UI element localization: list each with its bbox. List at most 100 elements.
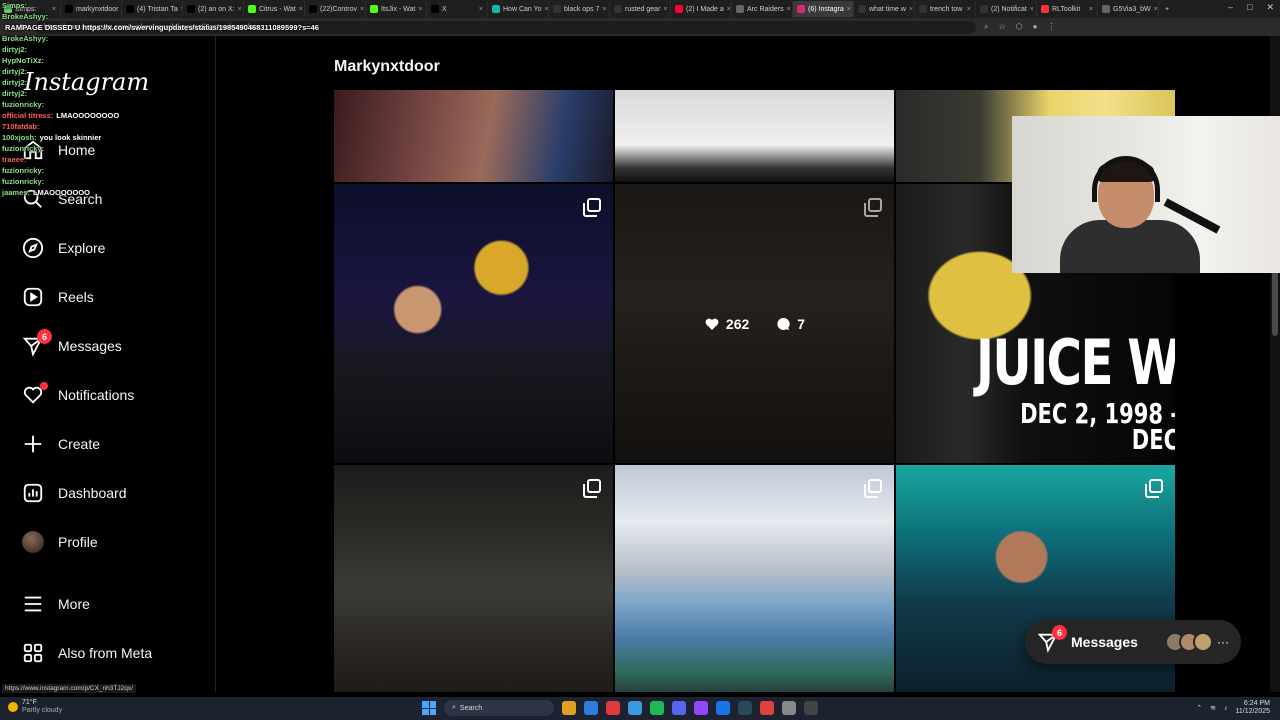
post-tile[interactable] bbox=[334, 90, 613, 182]
browser-tab[interactable]: G5Via3_bW × bbox=[1098, 1, 1159, 17]
tab-favicon-icon bbox=[1102, 5, 1110, 13]
browser-tab[interactable]: trench tow × bbox=[915, 1, 976, 17]
tab-close-icon[interactable]: × bbox=[299, 6, 303, 13]
browser-tab[interactable]: RLToolkit × bbox=[1037, 1, 1098, 17]
volume-icon[interactable]: ♪ bbox=[1224, 705, 1228, 712]
chat-username: fuzionricky: bbox=[2, 177, 45, 186]
post-tile[interactable] bbox=[334, 184, 613, 463]
tab-close-icon[interactable]: × bbox=[545, 6, 548, 13]
system-clock[interactable]: 6:24 PM 11/12/2025 bbox=[1235, 700, 1270, 716]
reels-icon bbox=[22, 286, 44, 308]
post-tile-hovered[interactable]: 262 7 bbox=[615, 184, 894, 463]
chat-message: fuzionricky: bbox=[2, 99, 140, 110]
chevron-up-icon[interactable]: ⌃ bbox=[1196, 704, 1202, 712]
browser-tab[interactable]: what time w × bbox=[854, 1, 915, 17]
nav-dashboard[interactable]: Dashboard bbox=[22, 481, 127, 505]
tab-close-icon[interactable]: × bbox=[602, 6, 606, 13]
scrollbar-thumb[interactable] bbox=[1272, 266, 1278, 336]
windows-start-icon[interactable] bbox=[422, 701, 436, 715]
comments-stat: 7 bbox=[775, 316, 805, 332]
menu-dots-icon[interactable]: ⋮ bbox=[1047, 22, 1055, 32]
settings-icon[interactable] bbox=[782, 701, 796, 715]
browser-tab[interactable]: X × bbox=[427, 1, 488, 17]
nav-explore[interactable]: Explore bbox=[22, 236, 105, 260]
tab-label: Arc Raiders bbox=[747, 5, 784, 13]
tab-close-icon[interactable]: × bbox=[479, 6, 483, 13]
browser-tab[interactable]: (22)Controv × bbox=[305, 1, 366, 17]
app-icon[interactable] bbox=[606, 701, 620, 715]
browser-tab[interactable]: (2) Notificat × bbox=[976, 1, 1037, 17]
likes-stat: 262 bbox=[704, 316, 749, 332]
browser-tab[interactable]: How Can Yo × bbox=[488, 1, 549, 17]
minimize-icon[interactable]: – bbox=[1228, 2, 1233, 13]
nav-more[interactable]: More bbox=[22, 592, 90, 616]
close-window-icon[interactable]: ✕ bbox=[1266, 2, 1274, 13]
browser-tab[interactable]: (6) Instagra × bbox=[793, 1, 854, 17]
edge-icon[interactable] bbox=[584, 701, 598, 715]
chat-message: jaames: LMAOOOOOOO bbox=[2, 187, 140, 198]
post-tile[interactable] bbox=[615, 465, 894, 692]
browser-tab[interactable]: (2) I Made a × bbox=[671, 1, 732, 17]
file-explorer-icon[interactable] bbox=[562, 701, 576, 715]
chat-message: fuzionricky: bbox=[2, 143, 140, 154]
maximize-icon[interactable]: □ bbox=[1247, 2, 1252, 13]
tab-close-icon[interactable]: × bbox=[360, 6, 364, 13]
chat-message: traeee: bbox=[2, 154, 140, 165]
zoom-icon[interactable]: ⌕ bbox=[984, 22, 988, 32]
bookmark-star-icon[interactable]: ☆ bbox=[998, 22, 1005, 32]
nav-also-from-meta[interactable]: Also from Meta bbox=[22, 641, 152, 665]
outlook-icon[interactable] bbox=[716, 701, 730, 715]
app-icon[interactable] bbox=[628, 701, 642, 715]
tab-label: (22)Controv bbox=[320, 5, 357, 13]
twitch-icon[interactable] bbox=[694, 701, 708, 715]
window-controls: – □ ✕ bbox=[1228, 2, 1274, 13]
tab-close-icon[interactable]: × bbox=[967, 6, 971, 13]
browser-tab[interactable]: Citrus - Wat × bbox=[244, 1, 305, 17]
app-icon[interactable] bbox=[804, 701, 818, 715]
tab-close-icon[interactable]: × bbox=[1089, 6, 1093, 13]
nav-create[interactable]: Create bbox=[22, 432, 100, 456]
wifi-icon[interactable]: ≋ bbox=[1210, 704, 1216, 712]
nav-profile[interactable]: Profile bbox=[22, 530, 98, 554]
discord-icon[interactable] bbox=[672, 701, 686, 715]
tab-close-icon[interactable]: × bbox=[727, 6, 731, 13]
chat-username: Simps: bbox=[2, 1, 28, 10]
tab-close-icon[interactable]: × bbox=[787, 6, 791, 13]
messages-pill-badge: 6 bbox=[1052, 625, 1067, 640]
taskbar-search[interactable]: ⌕ Search bbox=[444, 700, 554, 716]
profile-icon[interactable]: ● bbox=[1033, 22, 1038, 32]
browser-tab[interactable]: rusted gear × bbox=[610, 1, 671, 17]
juice-wrld-memorial-text: JUICE W DEC 2, 1998 - DEC bbox=[975, 326, 1175, 457]
tab-close-icon[interactable]: × bbox=[909, 6, 913, 13]
post-tile[interactable] bbox=[615, 90, 894, 182]
spotify-icon[interactable] bbox=[650, 701, 664, 715]
tab-close-icon[interactable]: × bbox=[238, 6, 242, 13]
nav-profile-label: Profile bbox=[58, 534, 98, 550]
nav-reels[interactable]: Reels bbox=[22, 285, 94, 309]
tab-label: what time w bbox=[869, 5, 906, 13]
browser-tab[interactable]: ItsJix - Wat × bbox=[366, 1, 427, 17]
tab-close-icon[interactable]: × bbox=[847, 6, 851, 13]
tab-close-icon[interactable]: × bbox=[1030, 6, 1034, 13]
tab-close-icon[interactable]: × bbox=[663, 6, 667, 13]
post-tile[interactable] bbox=[334, 465, 613, 692]
browser-tab[interactable]: black ops 7 × bbox=[549, 1, 610, 17]
menu-icon bbox=[22, 593, 44, 615]
tab-label: rusted gear bbox=[625, 5, 661, 13]
chat-message: 100xjosh: you look skinnier bbox=[2, 132, 140, 143]
weather-widget[interactable]: 71°F Partly cloudy bbox=[8, 699, 62, 715]
extensions-icon[interactable]: ⬡ bbox=[1016, 22, 1023, 32]
tab-favicon-icon bbox=[187, 5, 195, 13]
browser-tab[interactable]: (2) an on X: × bbox=[183, 1, 244, 17]
tab-close-icon[interactable]: × bbox=[1154, 6, 1158, 13]
chat-message: official titress: LMAOOOOOOOO bbox=[2, 110, 140, 121]
app-icon[interactable] bbox=[760, 701, 774, 715]
steam-icon[interactable] bbox=[738, 701, 752, 715]
browser-tab[interactable]: Arc Raiders × bbox=[732, 1, 793, 17]
weather-icon bbox=[8, 702, 18, 712]
nav-notifications[interactable]: Notifications bbox=[22, 382, 134, 407]
messages-floating-button[interactable]: 6 Messages ··· bbox=[1025, 620, 1241, 664]
nav-messages[interactable]: 6 Messages bbox=[22, 329, 122, 358]
new-tab-button[interactable]: + bbox=[1159, 6, 1175, 13]
tab-close-icon[interactable]: × bbox=[418, 6, 422, 13]
